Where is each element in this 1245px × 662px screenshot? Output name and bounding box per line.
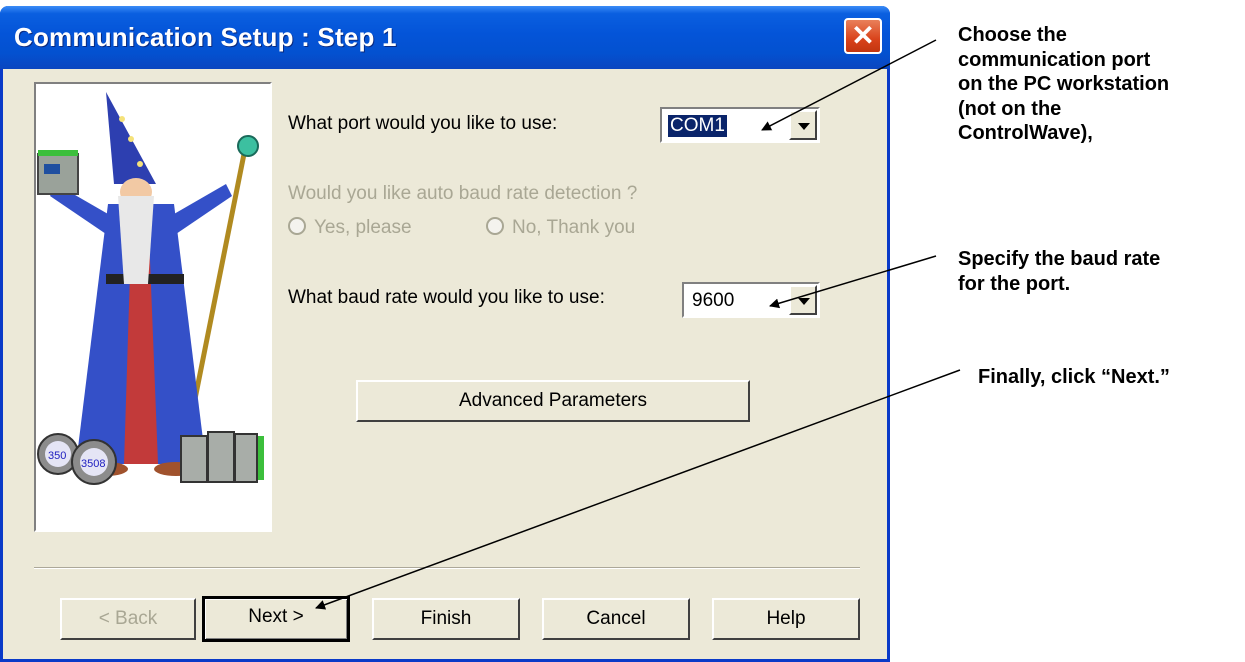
- close-icon: ✕: [851, 20, 875, 51]
- port-annotation-line: ControlWave),: [958, 122, 1093, 144]
- window-title: Communication Setup : Step 1: [14, 22, 397, 52]
- help-button[interactable]: Help: [712, 598, 860, 640]
- port-label: What port would you like to use:: [288, 113, 558, 134]
- advanced-parameters-button[interactable]: Advanced Parameters: [356, 380, 750, 422]
- cancel-button[interactable]: Cancel: [542, 598, 690, 640]
- port-combobox[interactable]: COM1: [660, 107, 820, 143]
- chevron-down-icon[interactable]: [789, 285, 817, 315]
- device-label-350: 350: [48, 450, 66, 462]
- radio-yes-label: Yes, please: [314, 217, 412, 238]
- port-annotation-line: communication port: [958, 48, 1151, 71]
- chevron-down-icon[interactable]: [789, 110, 817, 140]
- baud-combobox[interactable]: 9600: [682, 282, 820, 318]
- auto-baud-label: Would you like auto baud rate detection …: [288, 183, 638, 204]
- port-annotation-line: on the PC workstation: [958, 73, 1170, 95]
- radio-yes[interactable]: Yes, please: [288, 217, 412, 239]
- port-annotation: Choose the communication port on the PC …: [958, 23, 1169, 146]
- baud-annotation-line: for the port.: [958, 272, 1071, 295]
- next-annotation: Finally, click “Next.”: [978, 366, 1170, 388]
- radio-button-icon[interactable]: [486, 217, 504, 235]
- port-value: COM1: [668, 115, 727, 137]
- finish-button[interactable]: Finish: [372, 598, 520, 640]
- close-button[interactable]: ✕: [844, 18, 882, 54]
- radio-button-icon[interactable]: [288, 217, 306, 235]
- next-button[interactable]: Next >: [202, 596, 350, 642]
- wizard-illustration: 350 3508: [34, 82, 272, 532]
- back-button[interactable]: < Back: [60, 598, 196, 640]
- title-bar[interactable]: Communication Setup : Step 1 ✕: [0, 6, 890, 69]
- radio-no-label: No, Thank you: [512, 217, 636, 238]
- device-label-3508: 3508: [81, 458, 105, 470]
- radio-no[interactable]: No, Thank you: [486, 217, 635, 239]
- baud-label: What baud rate would you like to use:: [288, 287, 605, 308]
- baud-annotation: Specify the baud rate for the port.: [958, 247, 1160, 296]
- separator: [34, 567, 860, 569]
- port-annotation-line: (not on the: [958, 97, 1062, 120]
- port-annotation-line: Choose the: [958, 24, 1067, 46]
- baud-annotation-line: Specify the baud rate: [958, 248, 1161, 270]
- wizard-icon: 350 3508: [37, 92, 264, 485]
- baud-value: 9600: [692, 290, 735, 311]
